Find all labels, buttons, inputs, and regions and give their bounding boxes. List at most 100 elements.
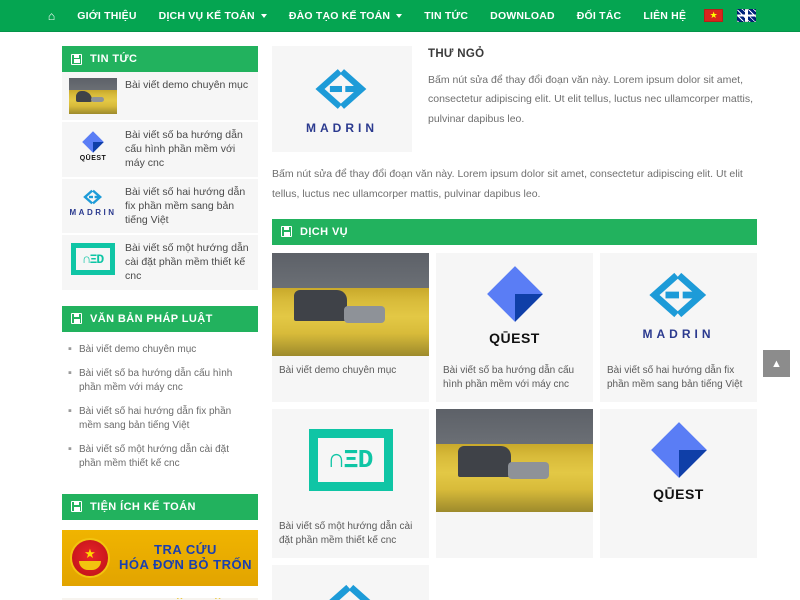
service-card[interactable]: MADRIN Bài viết số hai hướng dẫn fix phầ… (600, 252, 757, 402)
widget-title: DỊCH VỤ (300, 225, 349, 238)
widget-dich-vu: DỊCH VỤ Bài viết demo chuyên mục QŪEST B… (272, 218, 757, 600)
service-card[interactable]: QŪEST (600, 408, 757, 558)
news-item-title: Bài viết số một hướng dẫn cài đặt phần m… (125, 242, 249, 283)
service-media-quest: QŪEST (436, 253, 593, 356)
save-icon (71, 313, 82, 325)
nav-item-doi-tac[interactable]: ĐỐI TÁC (566, 0, 633, 31)
service-caption: Bài viết số ba hướng dẫn cấu hình phần m… (443, 364, 575, 390)
widget-title: VĂN BẢN PHÁP LUẬT (90, 312, 213, 325)
nav-label: GIỚI THIỆU (77, 9, 137, 22)
nav-label: TIN TỨC (424, 9, 469, 22)
law-item-label: Bài viết số hai hướng dẫn fix phần mềm s… (79, 405, 232, 431)
nav-label: DỊCH VỤ KẾ TOÁN (158, 9, 255, 22)
intro-section: MADRIN THƯ NGỎ Bấm nút sửa để thay đổi đ… (272, 46, 757, 152)
madrin-logo-icon (328, 584, 370, 600)
sidebar: TIN TỨC Bài viết demo chuyên mục QŪEST B… (62, 46, 258, 600)
nav-label: ĐÀO TẠO KẾ TOÁN (288, 9, 391, 22)
news-thumbnail-quest: QŪEST (69, 128, 117, 164)
national-emblem-icon: ★ (70, 537, 110, 578)
widget-tien-ich-ke-toan: TIỆN ÍCH KẾ TOÁN ★ TRA CỨU HÓA ĐƠN BỎ TR… (62, 493, 258, 600)
news-list-item[interactable]: ∩ΞD Bài viết số một hướng dẫn cài đặt ph… (62, 235, 258, 292)
nav-item-home[interactable]: ⌂ (37, 0, 66, 31)
language-switch-vietnamese[interactable]: ★ (697, 0, 730, 31)
nav-list: ⌂ GIỚI THIỆU DỊCH VỤ KẾ TOÁN ĐÀO TẠO KẾ … (37, 0, 763, 31)
nav-item-dao-tao-ke-toan[interactable]: ĐÀO TẠO KẾ TOÁN (278, 0, 413, 31)
service-caption (436, 512, 593, 530)
photo-woman-couch (69, 78, 117, 114)
service-caption: Bài viết số một hướng dẫn cài đặt phần m… (279, 520, 413, 546)
news-list-item[interactable]: Bài viết demo chuyên mục (62, 72, 258, 122)
star-icon: ★ (84, 545, 96, 561)
neo-logo-text: ∩ΞD (328, 445, 374, 476)
intro-title: THƯ NGỎ (428, 48, 485, 60)
scroll-to-top-button[interactable]: ▲ (763, 350, 790, 377)
law-list-item[interactable]: ▪ Bài viết demo chuyên mục (64, 338, 256, 362)
quest-logo-text: QŪEST (489, 329, 540, 346)
widget-title: TIỆN ÍCH KẾ TOÁN (90, 500, 196, 513)
law-item-label: Bài viết số một hướng dẫn cài đặt phần m… (79, 443, 229, 469)
widget-header-tin-tuc: TIN TỨC (62, 46, 258, 72)
service-card[interactable]: ∩ΞD Bài viết số một hướng dẫn cài đặt ph… (272, 408, 429, 558)
service-card[interactable]: Bài viết demo chuyên mục (272, 252, 429, 402)
law-list-item[interactable]: ▪ Bài viết số một hướng dẫn cài đặt phần… (64, 438, 256, 476)
widget-header-tien-ich-ke-toan: TIỆN ÍCH KẾ TOÁN (62, 493, 258, 520)
photo-woman-couch (436, 408, 593, 512)
law-list-item[interactable]: ▪ Bài viết số hai hướng dẫn fix phần mềm… (64, 400, 256, 438)
service-caption: Bài viết demo chuyên mục (279, 364, 397, 376)
banner-line-1: TRA CỨU (154, 541, 217, 557)
quest-logo-text: QŪEST (653, 485, 704, 502)
news-list-item[interactable]: QŪEST Bài viết số ba hướng dẫn cấu hình … (62, 122, 258, 179)
madrin-logo-icon (83, 189, 103, 205)
news-item-title: Bài viết demo chuyên mục (125, 79, 249, 91)
madrin-logo-icon (315, 68, 367, 109)
law-list-item[interactable]: ▪ Bài viết số ba hướng dẫn cấu hình phần… (64, 362, 256, 400)
intro-paragraph-1: Bấm nút sửa để thay đổi đoạn văn này. Lo… (428, 74, 754, 125)
vietnam-flag-icon: ★ (704, 9, 724, 22)
top-navigation-bar: ⌂ GIỚI THIỆU DỊCH VỤ KẾ TOÁN ĐÀO TẠO KẾ … (0, 0, 800, 32)
law-list: ▪ Bài viết demo chuyên mục ▪ Bài viết số… (62, 331, 258, 480)
law-item-label: Bài viết số ba hướng dẫn cấu hình phần m… (79, 367, 233, 393)
bullet-icon: ▪ (68, 442, 72, 455)
service-media-neo: ∩ΞD (272, 409, 429, 512)
nav-label: ĐỐI TÁC (576, 9, 622, 22)
language-switch-english[interactable] (730, 0, 763, 31)
bullet-icon: ▪ (68, 342, 72, 355)
widget-header-dich-vu: DỊCH VỤ (272, 218, 757, 245)
nav-item-download[interactable]: DOWNLOAD (479, 0, 566, 31)
neo-logo-text: ∩ΞD (82, 251, 104, 267)
news-item-title: Bài viết số ba hướng dẫn cấu hình phần m… (125, 129, 243, 170)
service-media-photo (436, 408, 593, 512)
nav-item-lien-he[interactable]: LIÊN HỆ (632, 0, 697, 31)
banner-line-2: HÓA ĐƠN BỎ TRỐN (119, 556, 252, 572)
service-caption: Bài viết số hai hướng dẫn fix phần mềm s… (607, 364, 743, 390)
intro-body: THƯ NGỎ Bấm nút sửa để thay đổi đoạn văn… (428, 46, 757, 129)
photo-woman-couch (272, 252, 429, 356)
bullet-icon: ▪ (68, 404, 72, 417)
news-list-item[interactable]: MADRIN Bài viết số hai hướng dẫn fix phầ… (62, 178, 258, 236)
nav-item-dich-vu-ke-toan[interactable]: DỊCH VỤ KẾ TOÁN (148, 0, 278, 31)
banner-tra-cuu-hoa-don-bo-tron[interactable]: ★ TRA CỨU HÓA ĐƠN BỎ TRỐN (62, 529, 258, 586)
widget-tin-tuc: TIN TỨC Bài viết demo chuyên mục QŪEST B… (62, 46, 258, 292)
arrow-up-icon: ▲ (771, 357, 782, 370)
nav-label: LIÊN HỆ (643, 9, 687, 22)
bullet-icon: ▪ (68, 366, 72, 379)
save-icon (71, 501, 82, 513)
service-card[interactable]: QŪEST Bài viết số ba hướng dẫn cấu hình … (436, 252, 593, 402)
home-icon: ⌂ (47, 8, 56, 23)
quest-logo-icon (486, 266, 543, 322)
madrin-logo-text: MADRIN (306, 120, 378, 135)
service-media-madrin: MADRIN (272, 565, 429, 600)
service-card[interactable]: MADRIN (272, 564, 429, 600)
nav-item-tin-tuc[interactable]: TIN TỨC (413, 0, 479, 31)
uk-flag-icon (737, 9, 757, 22)
nav-item-gioi-thieu[interactable]: GIỚI THIỆU (66, 0, 147, 31)
quest-logo-icon (82, 131, 104, 153)
service-card[interactable] (436, 408, 593, 558)
save-icon (71, 53, 82, 65)
neo-logo-icon: ∩ΞD (71, 243, 115, 276)
chevron-down-icon (396, 14, 403, 18)
madrin-logo-text: MADRIN (642, 326, 715, 341)
page-body: TIN TỨC Bài viết demo chuyên mục QŪEST B… (0, 32, 800, 600)
news-item-title: Bài viết số hai hướng dẫn fix phần mềm s… (125, 185, 246, 226)
news-thumbnail-madrin: MADRIN (69, 184, 117, 221)
